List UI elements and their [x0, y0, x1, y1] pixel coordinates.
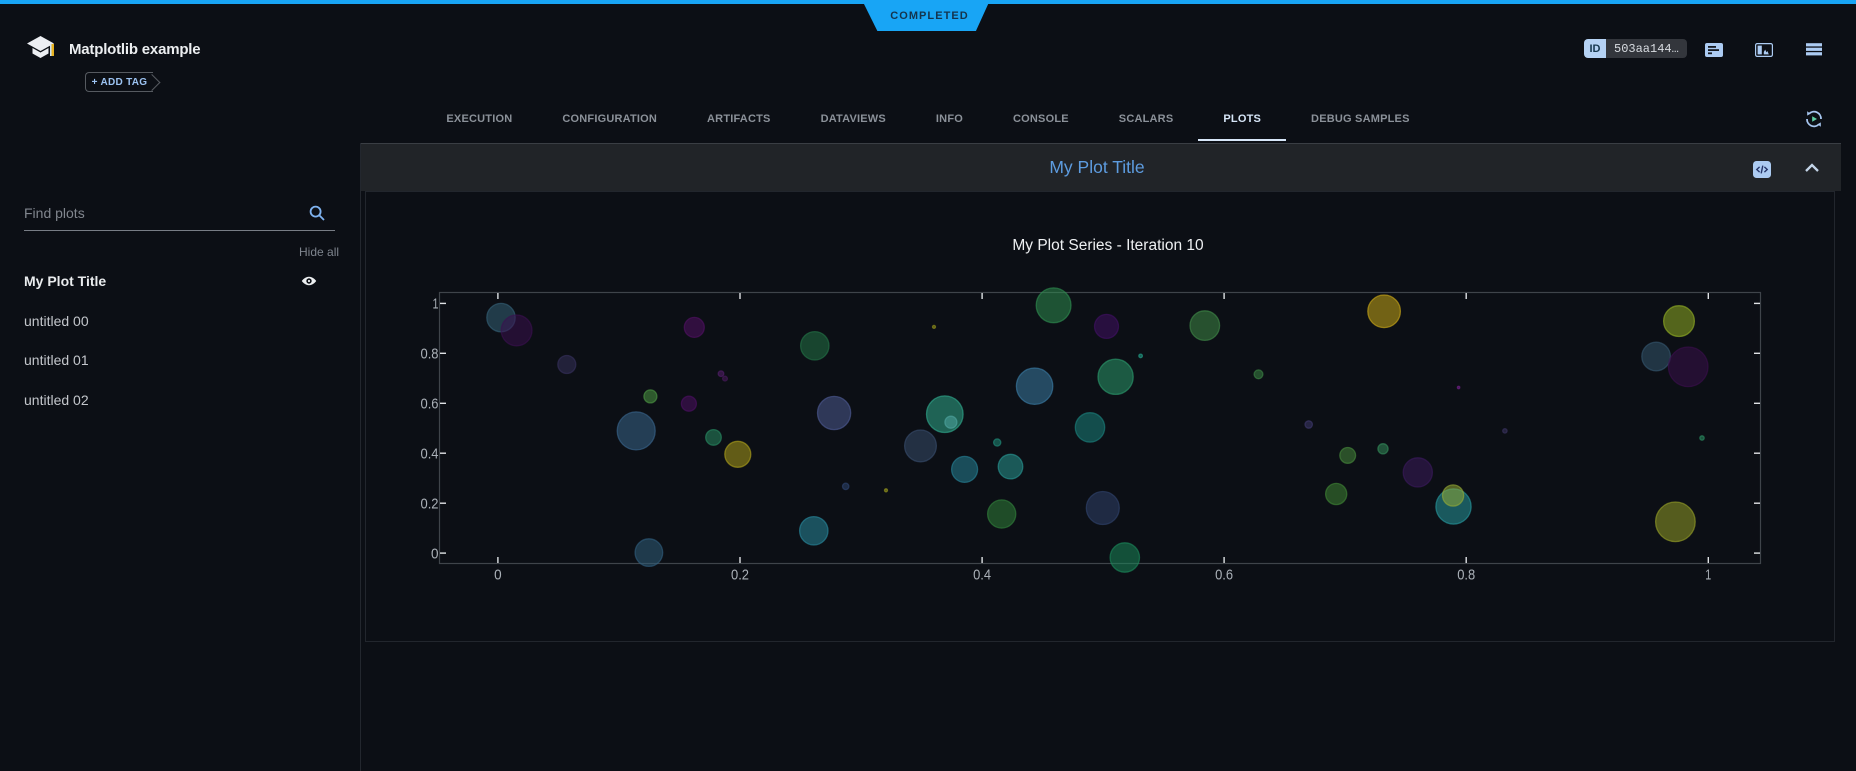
svg-text:0: 0 — [431, 545, 439, 562]
svg-text:0.2: 0.2 — [421, 496, 439, 513]
svg-text:0.4: 0.4 — [421, 446, 439, 463]
svg-text:1: 1 — [1705, 566, 1711, 583]
svg-text:0.6: 0.6 — [421, 396, 439, 413]
svg-text:0.2: 0.2 — [731, 566, 749, 583]
svg-text:0.8: 0.8 — [421, 346, 439, 363]
svg-text:0.8: 0.8 — [1457, 566, 1475, 583]
svg-text:1: 1 — [433, 296, 439, 313]
svg-text:0: 0 — [494, 566, 502, 583]
svg-text:My Plot Series - Iteration 10: My Plot Series - Iteration 10 — [1012, 237, 1204, 254]
svg-text:0.4: 0.4 — [973, 566, 991, 583]
svg-text:0.6: 0.6 — [1215, 566, 1233, 583]
